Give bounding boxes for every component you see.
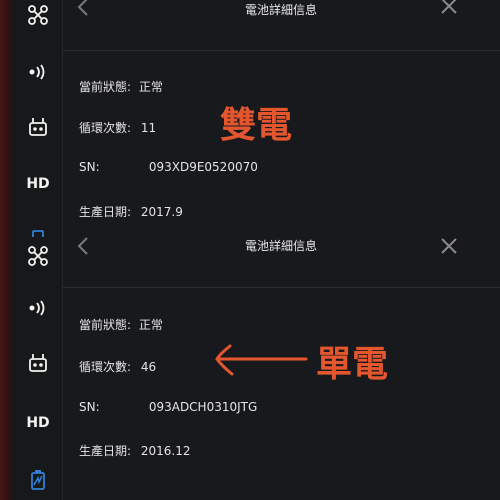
close-icon[interactable]: [440, 237, 458, 259]
arrow-icon: [212, 340, 308, 380]
sn-row: SN: 093ADCH0310JTG: [79, 400, 257, 414]
battery-icon[interactable]: [14, 470, 62, 494]
battery-details-panel-top: HD 電池詳細信息 當前狀態: 正常 循環次數: 11 SN: 093XD9E0…: [0, 0, 500, 237]
screenshot: HD 電池詳細信息 當前狀態: 正常 循環次數: 11 SN: 093XD9E0…: [0, 0, 500, 500]
sidebar-edge: [0, 237, 14, 500]
hd-label[interactable]: HD: [14, 176, 62, 192]
cycle-count-value: 46: [140, 360, 157, 374]
aircraft-icon[interactable]: [14, 4, 62, 30]
battery-icon[interactable]: [14, 228, 62, 237]
manufacture-date-label: 生產日期:: [79, 444, 132, 458]
page-title: 電池詳細信息: [244, 3, 317, 17]
manufacture-date-label: 生產日期:: [79, 205, 132, 219]
status-value: 正常: [138, 318, 163, 332]
status-label: 當前狀態:: [79, 318, 132, 332]
page-title: 電池詳細信息: [244, 239, 317, 253]
signal-icon[interactable]: [14, 300, 62, 320]
status-value: 正常: [138, 80, 163, 94]
sidebar-edge: [0, 0, 14, 237]
signal-icon[interactable]: [14, 64, 62, 84]
annotation-dual-battery: 雙電: [220, 105, 293, 146]
aircraft-icon[interactable]: [14, 245, 62, 271]
header: 電池詳細信息: [62, 0, 500, 51]
remote-controller-icon[interactable]: [14, 353, 62, 377]
sn-value: 093XD9E0520070: [148, 160, 258, 174]
manufacture-date-row: 生產日期: 2017.9: [79, 203, 183, 220]
manufacture-date-row: 生產日期: 2016.12: [79, 442, 191, 459]
hd-label[interactable]: HD: [14, 415, 62, 431]
cycle-count-label: 循環次數:: [79, 360, 132, 374]
cycle-count-value: 11: [140, 121, 157, 135]
remote-controller-icon[interactable]: [14, 117, 62, 141]
battery-details-panel-bottom: HD 電池詳細信息 當前狀態: 正常 循環次數: 46 SN: 093ADCH0…: [0, 237, 500, 500]
header: 電池詳細信息: [62, 237, 500, 288]
cycle-count-label: 循環次數:: [79, 121, 132, 135]
manufacture-date-value: 2016.12: [140, 444, 191, 458]
cycle-count-row: 循環次數: 46: [79, 358, 156, 375]
manufacture-date-value: 2017.9: [140, 205, 183, 219]
close-icon[interactable]: [440, 0, 458, 19]
cycle-count-row: 循環次數: 11: [79, 119, 156, 136]
sn-row: SN: 093XD9E0520070: [79, 160, 258, 174]
annotation-single-battery: 單電: [316, 344, 389, 385]
status-row: 當前狀態: 正常: [79, 78, 163, 95]
sidebar: HD: [0, 0, 63, 237]
sn-label: SN:: [79, 160, 100, 174]
sidebar: HD: [0, 237, 63, 500]
sn-value: 093ADCH0310JTG: [148, 400, 258, 414]
status-label: 當前狀態:: [79, 80, 132, 94]
sn-label: SN:: [79, 400, 100, 414]
status-row: 當前狀態: 正常: [79, 316, 163, 333]
